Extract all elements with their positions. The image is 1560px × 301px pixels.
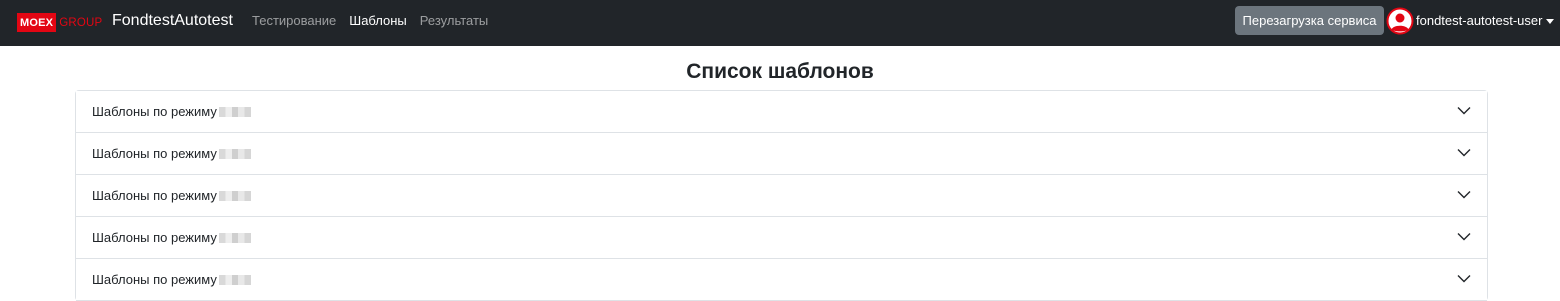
nav-link-testing[interactable]: Тестирование [252,13,336,28]
nav-link-results[interactable]: Результаты [420,13,488,28]
accordion-item[interactable]: Шаблоны по режиму [76,259,1487,301]
accordion-item-label: Шаблоны по режиму [92,272,217,287]
logo-moex-text: MOEX [17,13,57,32]
caret-down-icon [1546,18,1555,24]
brand-name[interactable]: FondtestAutotest [112,12,233,30]
user-name: fondtest-autotest-user [1416,13,1543,28]
chevron-down-icon[interactable] [1457,274,1471,283]
redacted-mode-name [218,274,251,285]
user-circle-icon [1386,7,1414,34]
user-menu-toggle[interactable]: fondtest-autotest-user [1386,6,1555,35]
redacted-mode-name [218,106,251,117]
nav-link-templates[interactable]: Шаблоны [349,13,407,28]
accordion-item[interactable]: Шаблоны по режиму [76,175,1487,217]
nav-links: Тестирование Шаблоны Результаты [252,13,488,28]
logo-group-text: GROUP [59,16,103,29]
top-navbar: MOEX GROUP FondtestAutotest Тестирование… [0,0,1560,46]
accordion-item[interactable]: Шаблоны по режиму [76,133,1487,175]
accordion-item-label: Шаблоны по режиму [92,188,217,203]
accordion-item[interactable]: Шаблоны по режиму [76,217,1487,259]
reload-service-button[interactable]: Перезагрузка сервиса [1235,6,1384,35]
redacted-mode-name [218,232,251,243]
accordion-item-label: Шаблоны по режиму [92,146,217,161]
accordion-item-label: Шаблоны по режиму [92,104,217,119]
moex-logo[interactable]: MOEX GROUP [17,13,102,32]
redacted-mode-name [218,190,251,201]
templates-accordion: Шаблоны по режиму Шаблоны по режиму Шабл… [75,90,1488,301]
chevron-down-icon[interactable] [1457,232,1471,241]
redacted-mode-name [218,148,251,159]
chevron-down-icon[interactable] [1457,106,1471,115]
accordion-item-label: Шаблоны по режиму [92,230,217,245]
chevron-down-icon[interactable] [1457,148,1471,157]
page-title: Список шаблонов [686,60,874,83]
chevron-down-icon[interactable] [1457,190,1471,199]
accordion-item[interactable]: Шаблоны по режиму [76,91,1487,133]
